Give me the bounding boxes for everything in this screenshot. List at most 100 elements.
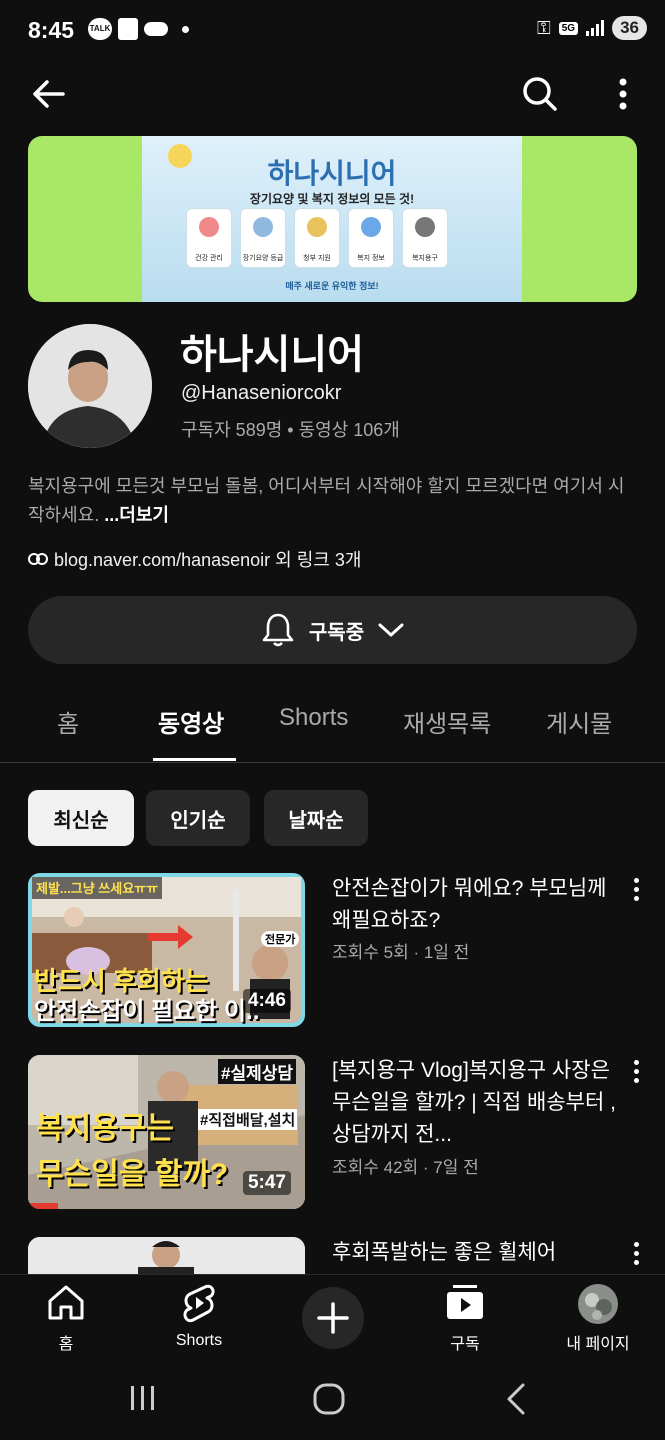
thumbnail-top-text: 제발...그냥 쓰세요ㅠㅠ [36, 881, 159, 896]
thumbnail-headline-2: 무슨일을 할까? [36, 1158, 229, 1191]
dot [633, 1077, 639, 1083]
home-system-button[interactable] [312, 1382, 346, 1421]
video-meta: 조회수 42회 · 7일 전 [332, 1158, 479, 1177]
subscribed-label: 구독중 [308, 621, 365, 644]
banner-subtitle: 장기요양 및 복지 정보의 모든 것! [249, 192, 415, 206]
nav-shorts[interactable]: Shorts [144, 1283, 254, 1350]
nav-home[interactable]: 홈 [11, 1283, 121, 1354]
home-icon [48, 1285, 84, 1320]
nav-home-label: 홈 [58, 1336, 74, 1353]
channel-avatar[interactable] [28, 324, 152, 448]
channel-stats: 구독자 589명 • 동영상 106개 [181, 420, 400, 440]
recent-apps-button[interactable] [128, 1384, 158, 1417]
active-tab-indicator [153, 758, 236, 761]
bottom-navigation: 홈 Shorts 구독 내 페이지 [0, 1274, 665, 1363]
plus-icon [317, 1302, 349, 1334]
banner-card: 복지 정보 [348, 208, 394, 268]
video-more-button[interactable] [622, 1238, 650, 1268]
profile-avatar-icon [578, 1284, 618, 1324]
banner-card: 건강 관리 [186, 208, 232, 268]
more-link[interactable]: ...더보기 [104, 505, 169, 525]
tab-posts[interactable]: 게시물 [546, 704, 612, 739]
video-more-button[interactable] [622, 874, 650, 904]
shorts-icon [183, 1284, 215, 1323]
banner-card: 청부 지원 [294, 208, 340, 268]
dot [633, 1068, 639, 1074]
thumbnail-badge: 전문가 [261, 931, 300, 947]
channel-handle: @Hanaseniorcokr [181, 382, 342, 404]
banner-title: 하나시니어 [267, 158, 397, 189]
search-icon [523, 77, 557, 111]
video-thumbnail-image [28, 1237, 305, 1275]
status-time: 8:45 [28, 17, 75, 43]
more-options-button[interactable] [600, 70, 646, 118]
subscriptions-icon [447, 1285, 483, 1319]
notification-icons: TALK [88, 18, 189, 40]
video-thumbnail[interactable]: 제발...그냥 쓰세요ㅠㅠ 전문가 반드시 후회하는 안전손잡이 필요한 이..… [28, 873, 305, 1027]
banner-cards: 건강 관리 장기요양 등급 청부 지원 복지 정보 복지용구 [186, 208, 448, 268]
video-thumbnail[interactable]: #실제상담 #직접배달,설치 복지용구는 무슨일을 할까? 5:47 [28, 1055, 305, 1209]
search-button[interactable] [516, 70, 564, 118]
back-button[interactable] [24, 70, 72, 118]
top-app-bar [0, 62, 665, 128]
dot [633, 886, 639, 892]
chevron-down-icon [378, 623, 404, 637]
video-title[interactable]: 안전손잡이가 뭐에요? 부모님께 왜필요하죠? [332, 873, 617, 937]
tab-playlists[interactable]: 재생목록 [403, 704, 491, 739]
dot [633, 1259, 639, 1265]
audio-file-icon [118, 18, 138, 40]
system-status-icons: ⚿ 5G 36 [537, 16, 647, 40]
dot [633, 1059, 639, 1065]
banner-artwork: 하나시니어 장기요양 및 복지 정보의 모든 것! 건강 관리 장기요양 등급 … [142, 136, 522, 302]
network-icon: 5G [558, 21, 579, 35]
video-more-button[interactable] [622, 1056, 650, 1086]
system-navigation-bar [0, 1362, 665, 1440]
nav-shorts-label: Shorts [175, 1332, 223, 1349]
video-title[interactable]: [복지용구 Vlog]복지용구 사장은 무슨일을 할까? | 직접 배송부터 ,… [332, 1055, 617, 1151]
dot [633, 1241, 639, 1247]
channel-name: 하나시니어 [180, 333, 364, 377]
nav-subscriptions-label: 구독 [450, 1336, 480, 1353]
back-chevron-icon [507, 1383, 525, 1415]
chip-latest[interactable]: 최신순 [28, 790, 134, 846]
channel-banner: 하나시니어 장기요양 및 복지 정보의 모든 것! 건강 관리 장기요양 등급 … [28, 136, 637, 302]
dot [633, 877, 639, 883]
more-notifications-dot [182, 25, 189, 33]
create-button[interactable] [302, 1287, 364, 1349]
nav-subscriptions[interactable]: 구독 [410, 1283, 520, 1354]
person-avatar-icon [28, 324, 152, 448]
video-duration: 4:46 [242, 989, 291, 1013]
more-vert-icon [619, 78, 627, 110]
back-arrow-icon [33, 80, 65, 108]
key-icon: ⚿ [537, 17, 551, 38]
channel-description[interactable]: 복지용구에 모든것 부모님 돌봄, 어디서부터 시작해야 할지 모르겠다면 여기… [28, 472, 628, 530]
banner-card: 장기요양 등급 [240, 208, 286, 268]
video-title[interactable]: 후회폭발하는 좋은 휠체어 [332, 1237, 617, 1269]
tab-home[interactable]: 홈 [57, 704, 79, 739]
video-duration: 5:47 [242, 1171, 291, 1195]
tab-shorts[interactable]: Shorts [279, 704, 348, 732]
banner-card: 복지용구 [402, 208, 448, 268]
tab-videos[interactable]: 동영상 [158, 704, 224, 739]
battery-indicator: 36 [612, 16, 647, 40]
thumbnail-tag-2: #직접배달,설치 [198, 1109, 298, 1130]
link-icon [28, 553, 48, 565]
dot [633, 1250, 639, 1256]
channel-links[interactable]: blog.naver.com/hanasenoir 외 링크 3개 [28, 546, 361, 572]
status-bar: 8:45 TALK ⚿ 5G 36 [0, 0, 665, 62]
recent-apps-icon [131, 1386, 154, 1410]
chip-date[interactable]: 날짜순 [264, 790, 368, 846]
thumbnail-tag-1: #실제상담 [218, 1059, 297, 1084]
dot [633, 895, 639, 901]
back-system-button[interactable] [504, 1382, 528, 1421]
signal-icon [586, 20, 605, 36]
home-circle-icon [313, 1383, 345, 1415]
video-thumbnail[interactable] [28, 1237, 305, 1275]
link-text: blog.naver.com/hanasenoir 외 링크 3개 [54, 550, 362, 570]
nav-profile[interactable]: 내 페이지 [543, 1283, 653, 1354]
channel-tabs: 홈 동영상 Shorts 재생목록 게시물 [0, 690, 665, 763]
banner-footer: 매주 새로운 유익한 정보! [285, 281, 379, 291]
chip-popular[interactable]: 인기순 [146, 790, 250, 846]
thumbnail-headline-2: 안전손잡이 필요한 이.. [34, 998, 260, 1025]
subscribed-button[interactable]: 구독중 [28, 596, 637, 664]
